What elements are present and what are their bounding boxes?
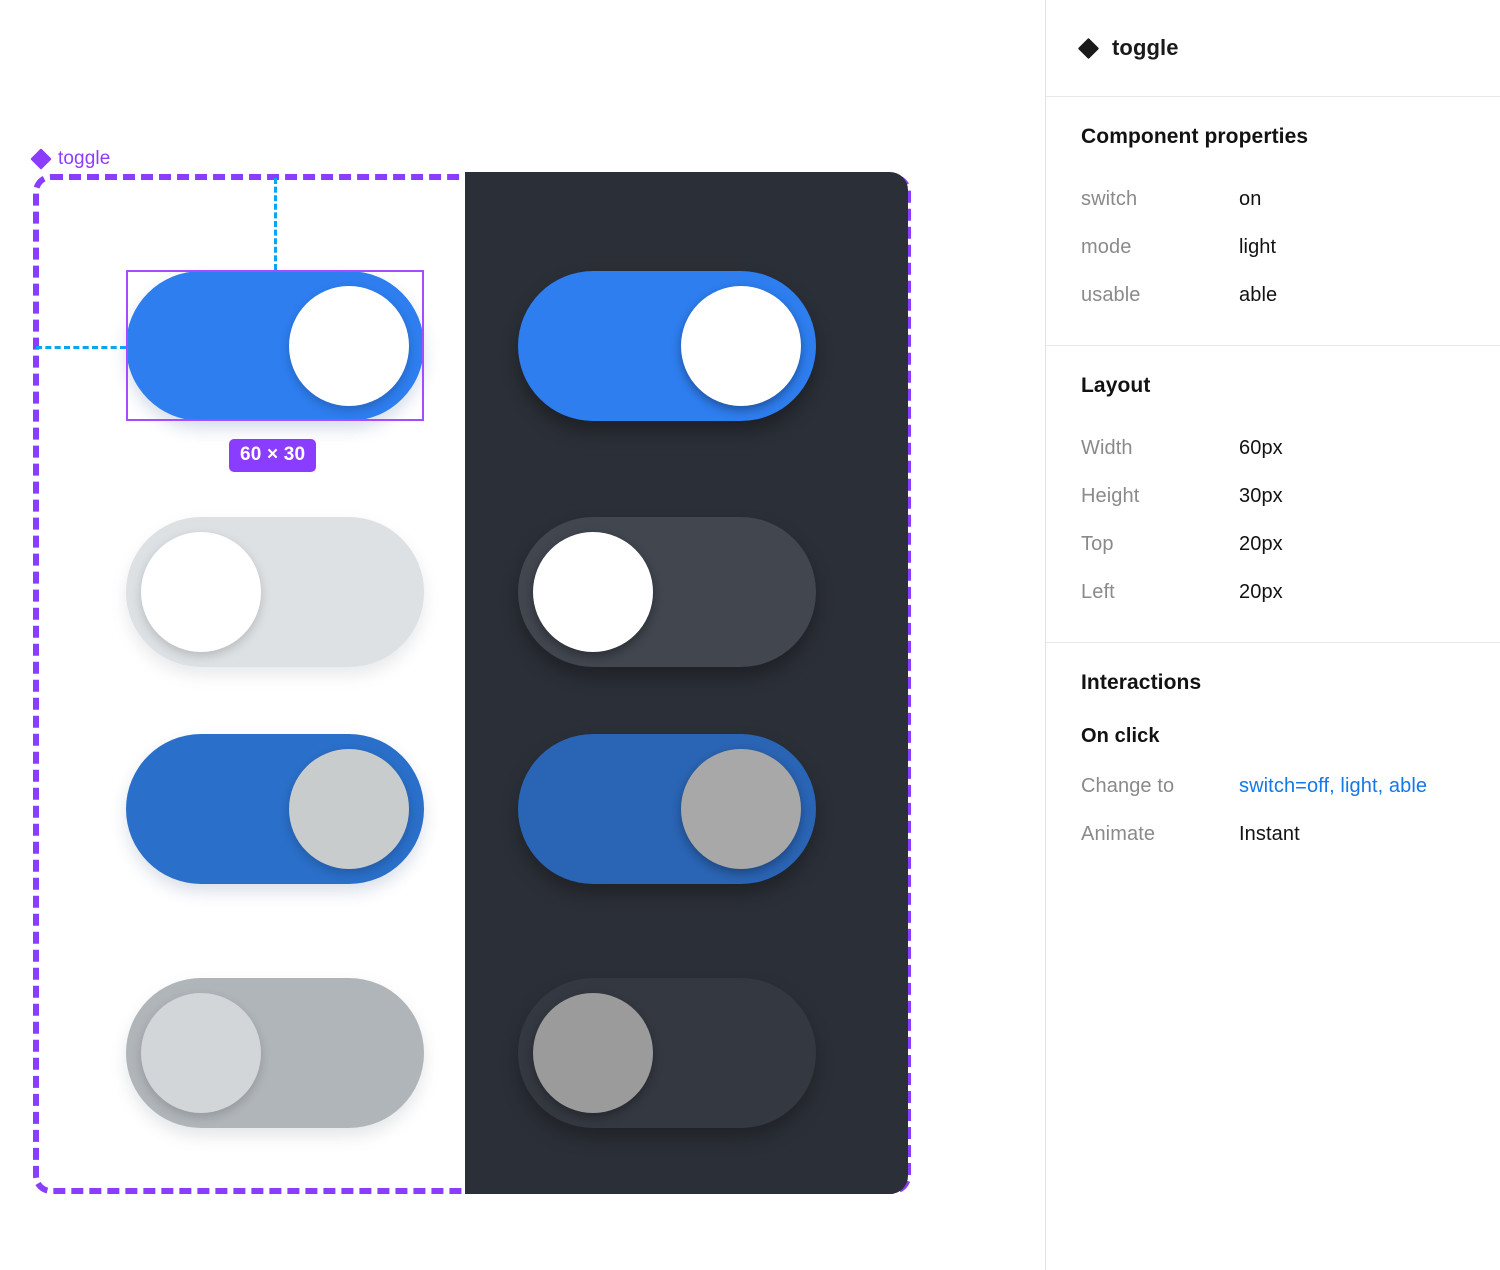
selection-size-badge: 60 × 30 xyxy=(229,439,317,472)
toggle-knob xyxy=(289,749,409,869)
toggle-on-dark-able[interactable] xyxy=(518,271,816,421)
canvas-scrollbar-track[interactable] xyxy=(1016,0,1034,1270)
section-layout: Layout Width 60px Height 30px Top 20px L… xyxy=(1046,346,1500,643)
prop-value[interactable]: light xyxy=(1239,236,1276,259)
section-heading-interactions: Interactions xyxy=(1081,671,1202,694)
prop-key: usable xyxy=(1081,283,1141,306)
layout-row-width: Width 60px xyxy=(1046,424,1500,472)
interaction-trigger-on-click: On click xyxy=(1081,725,1160,747)
toggle-knob xyxy=(533,993,653,1113)
layout-row-left: Left 20px xyxy=(1046,568,1500,616)
inspector-panel: toggle Component properties switch on mo… xyxy=(1045,0,1500,1270)
guide-line-left xyxy=(36,346,126,349)
component-diamond-icon xyxy=(30,148,52,170)
layout-key: Width xyxy=(1081,436,1133,459)
layout-key: Height xyxy=(1081,484,1140,507)
layout-key: Left xyxy=(1081,580,1115,603)
toggle-on-light-disabled[interactable] xyxy=(126,734,424,884)
section-heading-component-properties: Component properties xyxy=(1081,125,1309,148)
layout-key: Top xyxy=(1081,532,1114,555)
section-heading-layout: Layout xyxy=(1081,374,1151,397)
layout-value[interactable]: 20px xyxy=(1239,581,1283,604)
toggle-knob xyxy=(681,749,801,869)
interaction-animate-value[interactable]: Instant xyxy=(1239,823,1300,846)
prop-key: switch xyxy=(1081,187,1138,210)
component-frame-label-text: toggle xyxy=(58,148,111,169)
toggle-knob xyxy=(289,286,409,406)
prop-row-usable: usable able xyxy=(1046,271,1500,319)
toggle-on-dark-disabled[interactable] xyxy=(518,734,816,884)
toggle-off-light-disabled[interactable] xyxy=(126,978,424,1128)
toggle-knob xyxy=(141,532,261,652)
guide-line-top xyxy=(274,178,277,270)
section-component-properties: Component properties switch on mode ligh… xyxy=(1046,97,1500,346)
section-interactions: Interactions On click Change to switch=o… xyxy=(1046,643,1500,884)
layout-value[interactable]: 60px xyxy=(1239,437,1283,460)
component-diamond-icon xyxy=(1077,37,1100,59)
prop-value[interactable]: on xyxy=(1239,188,1261,211)
layout-value[interactable]: 20px xyxy=(1239,533,1283,556)
interaction-key: Animate xyxy=(1081,822,1156,845)
prop-row-mode: mode light xyxy=(1046,223,1500,271)
interaction-key: Change to xyxy=(1081,774,1175,797)
prop-key: mode xyxy=(1081,235,1132,258)
toggle-knob xyxy=(141,993,261,1113)
toggle-knob xyxy=(681,286,801,406)
layout-row-height: Height 30px xyxy=(1046,472,1500,520)
toggle-off-light-able[interactable] xyxy=(126,517,424,667)
toggle-off-dark-disabled[interactable] xyxy=(518,978,816,1128)
prop-value[interactable]: able xyxy=(1239,284,1277,307)
design-tool-window: toggle 60 × 30 toggle Component properti… xyxy=(0,0,1500,1270)
interaction-row-change-to: Change to switch=off, light, able xyxy=(1046,762,1500,810)
inspector-title: toggle xyxy=(1112,35,1179,60)
design-canvas[interactable]: toggle 60 × 30 xyxy=(0,0,1022,1270)
inspector-header: toggle xyxy=(1046,0,1500,97)
layout-value[interactable]: 30px xyxy=(1239,485,1283,508)
toggle-on-light-able[interactable] xyxy=(126,271,424,421)
prop-row-switch: switch on xyxy=(1046,175,1500,223)
toggle-knob xyxy=(533,532,653,652)
interaction-target-link[interactable]: switch=off, light, able xyxy=(1239,775,1427,798)
component-frame-label[interactable]: toggle xyxy=(30,148,111,170)
interaction-row-animate: Animate Instant xyxy=(1046,810,1500,858)
toggle-off-dark-able[interactable] xyxy=(518,517,816,667)
layout-row-top: Top 20px xyxy=(1046,520,1500,568)
